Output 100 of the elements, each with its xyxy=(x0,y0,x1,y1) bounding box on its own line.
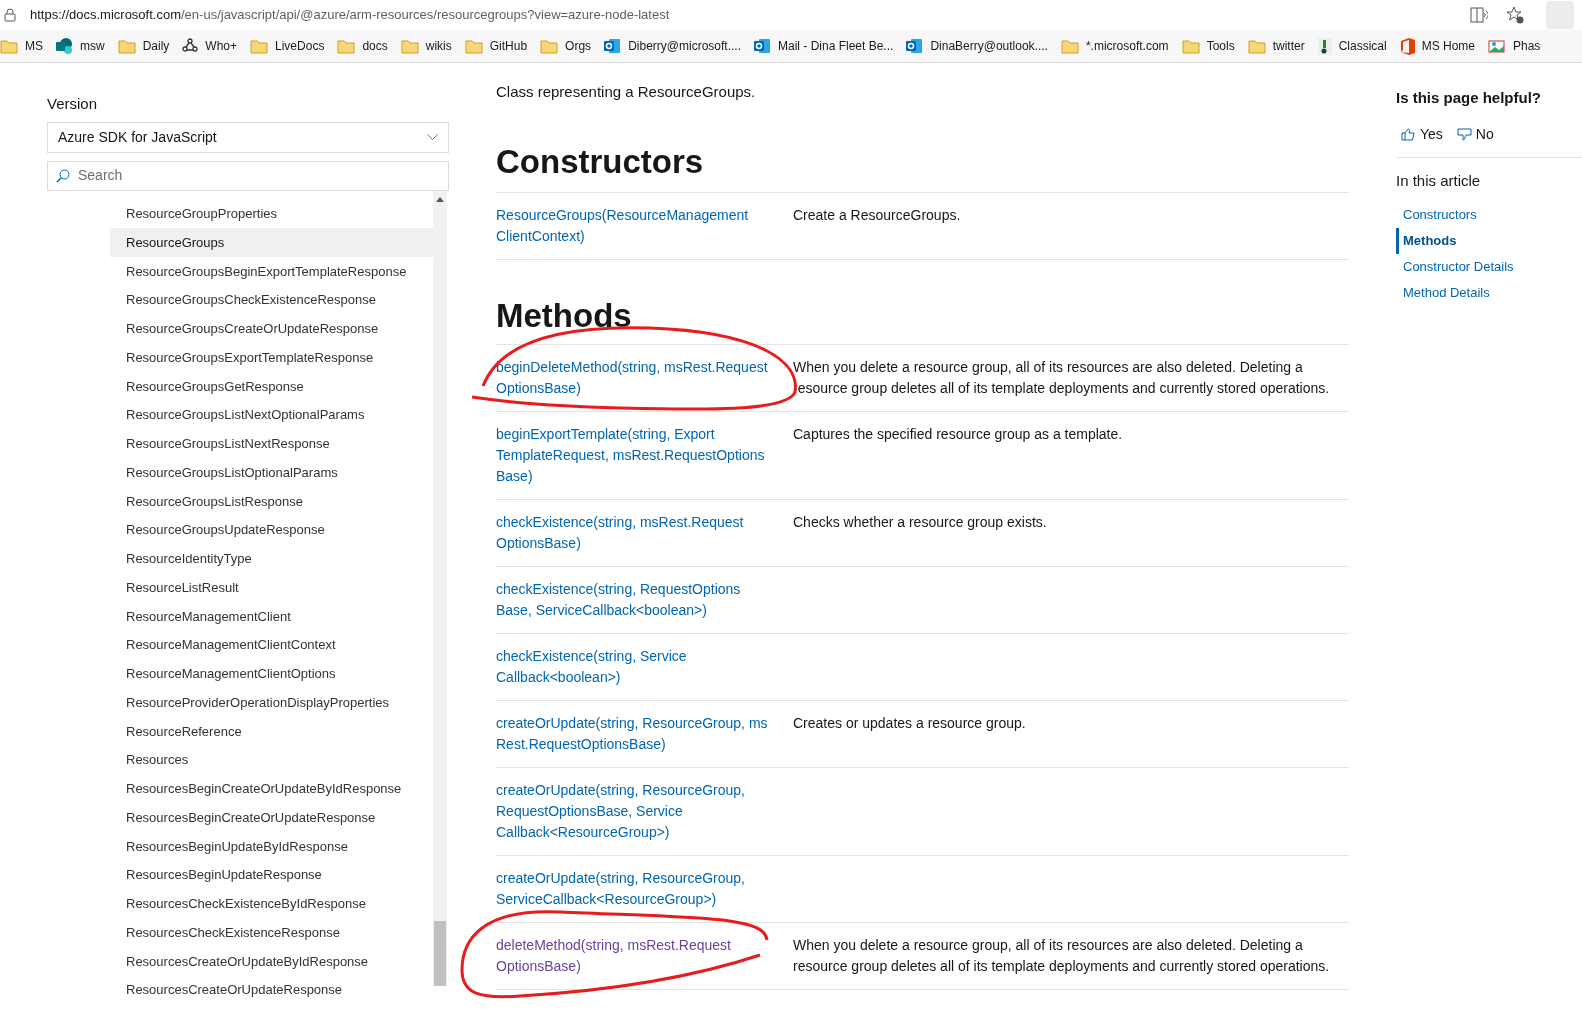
sidebar-item[interactable]: ResourcesBeginUpdateByIdResponse xyxy=(110,832,433,861)
bookmark[interactable]: Daily xyxy=(117,37,170,55)
bookmark[interactable]: Classical xyxy=(1317,37,1387,55)
sidebar-item[interactable]: ResourceGroupsListOptionalParams xyxy=(110,458,433,487)
method-link[interactable]: checkExistence(string, RequestOptions Base, ServiceCallback<boolean>) xyxy=(496,578,741,621)
sidebar-item[interactable]: ResourceGroupsCreateOrUpdateResponse xyxy=(110,314,433,344)
sidebar-item[interactable]: ResourcesBeginUpdateResponse xyxy=(110,860,433,890)
method-link[interactable]: checkExistence(string, Service Callback<boolean>) xyxy=(496,645,687,688)
sidebar-item[interactable]: ResourceGroups xyxy=(110,228,433,257)
method-description: Checks whether a resource group exists. xyxy=(793,512,1048,532)
read-aloud-icon[interactable] xyxy=(1470,7,1488,23)
chevron-down-icon xyxy=(427,134,438,140)
section-heading: Methods xyxy=(496,295,633,336)
bookmark[interactable]: MS xyxy=(0,37,43,55)
bookmark[interactable]: *.microsoft.com xyxy=(1060,37,1169,55)
sidebar-item[interactable]: ResourceGroupsBeginExportTemplateResponse xyxy=(110,257,433,286)
sidebar-item[interactable]: ResourceManagementClientOptions xyxy=(110,659,433,689)
method-link[interactable]: beginDeleteMethod(string, msRest.Request OptionsBase) xyxy=(496,356,768,399)
folder-icon xyxy=(540,38,559,54)
search-field[interactable]: Search xyxy=(47,160,449,191)
yes-button[interactable]: Yes xyxy=(1401,123,1443,145)
sidebar-item[interactable]: ResourceGroupsListResponse xyxy=(110,487,433,516)
sidebar-item[interactable]: Resources xyxy=(110,745,433,775)
no-button[interactable]: No xyxy=(1456,123,1494,145)
feedback-title: Is this page helpful? xyxy=(1396,88,1542,108)
method-description: Creates or updates a resource group. xyxy=(793,713,1027,733)
network-icon xyxy=(182,38,199,54)
method-link[interactable]: checkExistence(string, msRest.Request OptionsBase) xyxy=(496,511,744,554)
method-link[interactable]: createOrUpdate(string, ResourceGroup, RequestOptionsBase, Service Callback<ResourceGroup>) xyxy=(496,779,745,843)
sidebar-item[interactable]: ResourceGroupsExportTemplateResponse xyxy=(110,343,433,372)
folder-icon xyxy=(1247,38,1266,54)
bookmark[interactable]: Who+ xyxy=(182,37,238,55)
mail-app-icon xyxy=(906,38,924,54)
bookmark[interactable]: wikis xyxy=(400,37,452,55)
sidebar-item[interactable]: ResourceListResult xyxy=(110,573,433,602)
method-link[interactable]: createOrUpdate(string, ResourceGroup, ms Rest.RequestOptionsBase) xyxy=(496,712,768,755)
method-link[interactable]: ResourceGroups(ResourceManagement ClientContext) xyxy=(496,204,749,247)
method-link[interactable]: deleteMethod(string, msRest.Request OptionsBase) xyxy=(496,934,731,977)
mail-app-icon xyxy=(754,38,771,54)
bookmark[interactable]: GitHub xyxy=(464,37,528,55)
sidebar-item[interactable]: ResourceGroupsGetResponse xyxy=(110,372,433,401)
folder-icon xyxy=(0,38,18,54)
favorite-add-icon[interactable] xyxy=(1506,6,1524,24)
office-icon xyxy=(1399,37,1415,55)
method-description: Create a ResourceGroups. xyxy=(793,205,962,225)
toc-title: In this article xyxy=(1396,170,1482,191)
bookmark[interactable]: Mail - Dina Fleet Be... xyxy=(754,37,894,55)
folder-icon xyxy=(1060,38,1079,54)
sidebar-item[interactable]: ResourcesBeginCreateOrUpdateByIdResponse xyxy=(110,774,433,804)
scrollbar[interactable] xyxy=(433,190,447,986)
toc-link[interactable]: Constructors xyxy=(1396,202,1582,228)
bookmark[interactable]: Phas xyxy=(1488,37,1541,55)
toc-link[interactable]: Methods xyxy=(1396,228,1582,254)
bookmark[interactable]: Diberry@microsoft.... xyxy=(604,37,741,55)
method-link[interactable]: beginExportTemplate(string, Export TemplateRequest, msRest.RequestOptions Base) xyxy=(496,423,765,487)
folder-icon xyxy=(1181,38,1200,54)
sidebar-item[interactable]: ResourcesCheckExistenceByIdResponse xyxy=(110,889,433,919)
app-icon xyxy=(56,37,73,55)
toc-link[interactable]: Constructor Details xyxy=(1396,254,1582,280)
version-select[interactable]: Azure SDK for JavaScript xyxy=(47,121,449,153)
search-icon xyxy=(56,168,70,183)
url-field[interactable]: https://docs.microsoft.com/en-us/javascript/api/@azure/arm-resources/resourcegroups?view=azure-node-latest xyxy=(30,5,1470,25)
version-label: Version xyxy=(47,94,99,114)
method-description: Captures the specified resource group as a template. xyxy=(793,424,1124,444)
thumbs-up-icon xyxy=(1401,127,1416,141)
section-heading: Constructors xyxy=(496,141,705,182)
sidebar-item[interactable]: ResourceReference xyxy=(110,717,433,746)
scroll-up-icon[interactable] xyxy=(436,196,444,202)
scrollbar-thumb[interactable] xyxy=(434,920,446,986)
mail-app-icon xyxy=(604,38,622,54)
sidebar-item[interactable]: ResourceManagementClientContext xyxy=(110,630,433,660)
method-description: When you delete a resource group, all of its resources are also deleted. Deleting a resource group deletes all of its template deployments and currently stored operations. xyxy=(793,935,1331,976)
bookmark[interactable]: Tools xyxy=(1181,37,1235,55)
sidebar-item[interactable]: ResourceGroupsUpdateResponse xyxy=(110,515,433,545)
lock-icon xyxy=(4,8,16,22)
folder-icon xyxy=(337,38,356,54)
sidebar-item[interactable]: ResourceIdentityType xyxy=(110,544,433,574)
bookmark[interactable]: LiveDocs xyxy=(250,37,325,55)
bookmark[interactable]: Orgs xyxy=(540,37,592,55)
folder-icon xyxy=(117,38,136,54)
bookmark[interactable]: MS Home xyxy=(1399,37,1475,55)
method-link[interactable]: createOrUpdate(string, ResourceGroup, ServiceCallback<ResourceGroup>) xyxy=(496,867,745,910)
sidebar-item[interactable]: ResourceGroupsCheckExistenceResponse xyxy=(110,285,433,315)
toc-link[interactable]: Method Details xyxy=(1396,280,1582,306)
bookmark[interactable]: twitter xyxy=(1247,37,1305,55)
sidebar-item[interactable]: ResourcesCheckExistenceResponse xyxy=(110,918,433,947)
sidebar-item[interactable]: ResourceManagementClient xyxy=(110,602,433,631)
bookmark[interactable]: DinaBerry@outlook.... xyxy=(906,37,1048,55)
bookmark[interactable]: msw xyxy=(56,37,105,55)
sidebar-item[interactable]: ResourceGroupsListNextResponse xyxy=(110,429,433,459)
app-icon xyxy=(1317,37,1332,55)
thumbs-down-icon xyxy=(1456,127,1472,141)
sidebar-item[interactable]: ResourcesCreateOrUpdateByIdResponse xyxy=(110,947,433,976)
intro-text: Class representing a ResourceGroups. xyxy=(496,82,757,102)
sidebar-item[interactable]: ResourceGroupsListNextOptionalParams xyxy=(110,400,433,430)
bookmark[interactable]: docs xyxy=(337,37,388,55)
sidebar-item[interactable]: ResourceGroupProperties xyxy=(110,199,433,229)
sidebar-item[interactable]: ResourcesBeginCreateOrUpdateResponse xyxy=(110,803,433,832)
sidebar-item[interactable]: ResourcesCreateOrUpdateResponse xyxy=(110,975,433,1005)
sidebar-item[interactable]: ResourceProviderOperationDisplayProperties xyxy=(110,688,433,717)
